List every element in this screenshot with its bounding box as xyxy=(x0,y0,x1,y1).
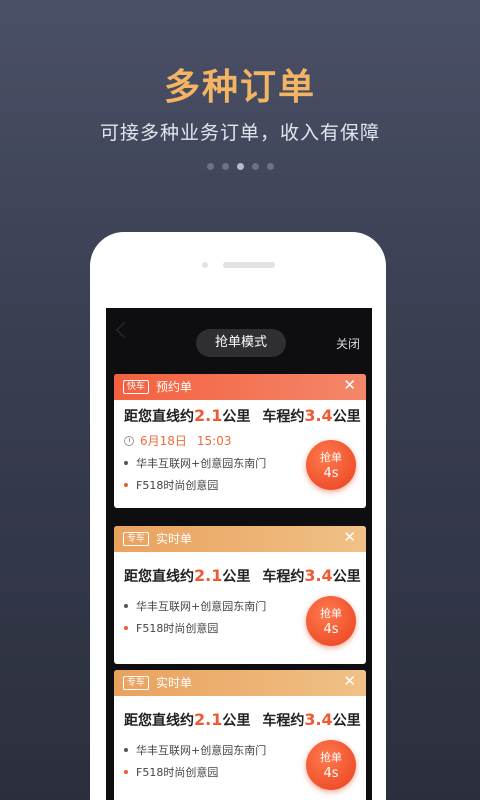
distance-line: 距您直线约2.1公里 车程约3.4公里 xyxy=(124,566,361,586)
route-value: 3.4 xyxy=(304,406,333,425)
carousel-dot-active[interactable] xyxy=(236,163,244,170)
close-icon[interactable]: ✕ xyxy=(343,672,356,690)
distance-line: 距您直线约2.1公里 车程约3.4公里 xyxy=(124,710,361,730)
distance-label: 距您直线约 xyxy=(124,409,194,425)
order-tag: 快车 xyxy=(123,380,150,394)
carousel-dots xyxy=(0,163,480,170)
grab-countdown: 4s xyxy=(323,622,339,637)
dropoff-text: F518时尚创意园 xyxy=(136,622,219,635)
order-card-header: 专车 实时单 ✕ xyxy=(114,526,366,552)
grab-label: 抢单 xyxy=(320,607,342,620)
route-value: 3.4 xyxy=(304,710,333,729)
camera-dot xyxy=(202,262,208,268)
phone-mockup: 抢单模式 关闭 快车 预约单 ✕ 距您直线约2.1公里 车程约3.4公里 6月18… xyxy=(90,232,386,800)
carousel-dot[interactable] xyxy=(266,163,274,170)
order-type: 预约单 xyxy=(156,380,193,394)
route-unit: 公里 xyxy=(332,409,361,425)
close-icon[interactable]: ✕ xyxy=(343,528,356,546)
order-card[interactable]: 专车 实时单 ✕ 距您直线约2.1公里 车程约3.4公里 华丰互联网+创意园东南门… xyxy=(114,670,366,800)
dropoff-text: F518时尚创意园 xyxy=(136,479,219,492)
order-tag: 专车 xyxy=(123,676,150,690)
grab-countdown: 4s xyxy=(323,466,339,481)
reservation-clock: 15:03 xyxy=(196,433,232,448)
distance-unit: 公里 xyxy=(222,569,251,585)
speaker-grille xyxy=(223,262,275,268)
route-unit: 公里 xyxy=(332,713,361,729)
close-button[interactable]: 关闭 xyxy=(336,335,360,352)
grab-mode-button[interactable]: 抢单模式 xyxy=(196,329,286,357)
headline: 多种订单 xyxy=(163,67,316,108)
order-card[interactable]: 专车 实时单 ✕ 距您直线约2.1公里 车程约3.4公里 华丰互联网+创意园东南门… xyxy=(114,526,366,664)
grab-countdown: 4s xyxy=(323,766,339,781)
order-type: 实时单 xyxy=(156,532,193,546)
distance-value: 2.1 xyxy=(194,406,223,425)
order-card-header: 专车 实时单 ✕ xyxy=(114,670,366,696)
dropoff-text: F518时尚创意园 xyxy=(136,766,219,779)
phone-screen: 抢单模式 关闭 快车 预约单 ✕ 距您直线约2.1公里 车程约3.4公里 6月18… xyxy=(106,308,372,800)
reservation-date: 6月18日 xyxy=(140,434,187,448)
subline: 可接多种业务订单，收入有保障 xyxy=(99,122,380,144)
clock-icon xyxy=(124,435,134,446)
distance-label: 距您直线约 xyxy=(124,569,194,585)
carousel-dot[interactable] xyxy=(206,163,214,170)
distance-line: 距您直线约2.1公里 车程约3.4公里 xyxy=(124,406,361,426)
pickup-text: 华丰互联网+创意园东南门 xyxy=(136,744,267,757)
order-tag: 专车 xyxy=(123,532,150,546)
route-label: 车程约 xyxy=(262,409,305,425)
back-icon[interactable] xyxy=(115,321,133,339)
carousel-dot[interactable] xyxy=(251,163,259,170)
route-unit: 公里 xyxy=(332,569,361,585)
close-icon[interactable]: ✕ xyxy=(343,376,356,394)
route-value: 3.4 xyxy=(304,566,333,585)
grab-order-button[interactable]: 抢单 4s xyxy=(306,740,356,790)
route-label: 车程约 xyxy=(262,569,305,585)
screen-topbar: 抢单模式 关闭 xyxy=(106,308,372,358)
distance-label: 距您直线约 xyxy=(124,713,194,729)
order-type: 实时单 xyxy=(156,676,193,690)
distance-unit: 公里 xyxy=(222,409,251,425)
grab-label: 抢单 xyxy=(320,751,342,764)
route-label: 车程约 xyxy=(262,713,305,729)
grab-label: 抢单 xyxy=(320,451,342,464)
order-card[interactable]: 快车 预约单 ✕ 距您直线约2.1公里 车程约3.4公里 6月18日 15:03 … xyxy=(114,374,366,508)
grab-order-button[interactable]: 抢单 4s xyxy=(306,440,356,490)
pickup-text: 华丰互联网+创意园东南门 xyxy=(136,600,267,613)
order-card-header: 快车 预约单 ✕ xyxy=(114,374,366,400)
distance-value: 2.1 xyxy=(194,710,223,729)
distance-value: 2.1 xyxy=(194,566,223,585)
distance-unit: 公里 xyxy=(222,713,251,729)
pickup-text: 华丰互联网+创意园东南门 xyxy=(136,457,267,470)
carousel-dot[interactable] xyxy=(221,163,229,170)
grab-order-button[interactable]: 抢单 4s xyxy=(306,596,356,646)
